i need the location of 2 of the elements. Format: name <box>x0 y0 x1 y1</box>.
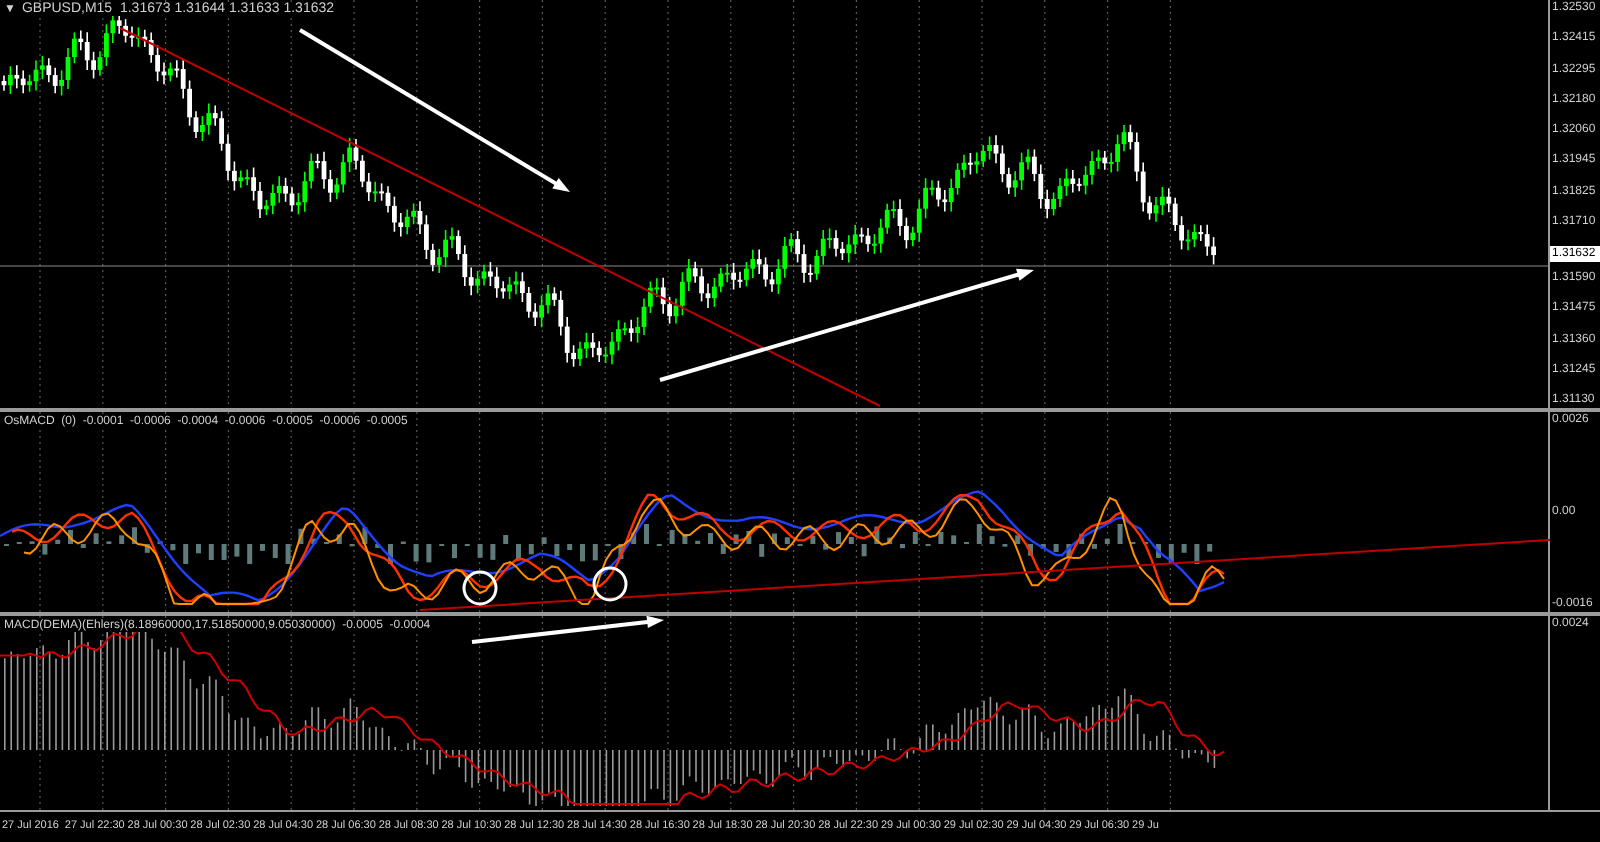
circle-marker <box>462 570 498 606</box>
circle-marker <box>592 566 628 602</box>
